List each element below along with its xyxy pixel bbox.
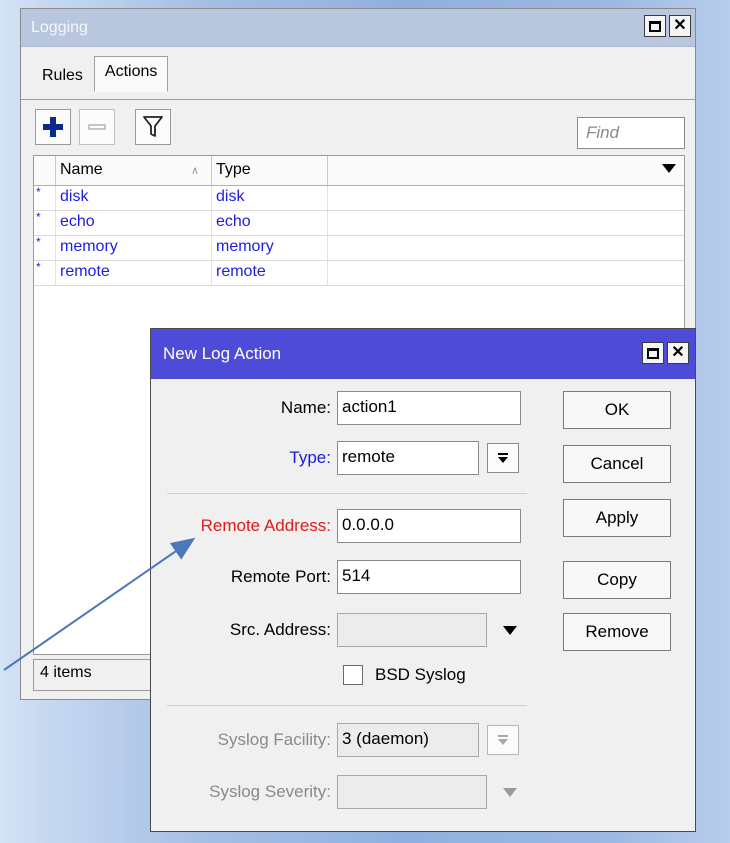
type-dropdown-button[interactable]: [487, 443, 519, 473]
column-header-type[interactable]: Type: [212, 156, 328, 185]
remote-address-label: Remote Address:: [200, 516, 331, 535]
row-marker: [34, 260, 56, 285]
marker-column-header: [34, 156, 56, 185]
find-input[interactable]: Find: [577, 117, 685, 149]
remove-button[interactable]: [79, 109, 115, 145]
tab-divider: [21, 99, 695, 100]
tab-actions[interactable]: Actions: [93, 56, 169, 92]
syslog-severity-select[interactable]: [337, 775, 487, 809]
row-name: remote: [56, 261, 212, 285]
minus-icon: [88, 124, 106, 130]
add-button[interactable]: [35, 109, 71, 145]
row-name: memory: [56, 236, 212, 260]
remote-port-field[interactable]: 514: [337, 560, 521, 594]
column-type-label: Type: [216, 161, 251, 178]
src-address-label: Src. Address:: [229, 620, 331, 639]
logging-window-controls: ✕: [644, 15, 691, 37]
toolbar: [35, 109, 171, 145]
row-type: remote: [212, 261, 328, 285]
remove-button[interactable]: Remove: [563, 613, 671, 651]
divider: [167, 493, 527, 494]
row-marker: [34, 185, 56, 210]
table-row[interactable]: memory memory: [34, 235, 684, 261]
dialog-window-controls: ✕: [642, 342, 689, 364]
tab-rules[interactable]: Rules: [31, 56, 94, 92]
plus-icon: [43, 117, 63, 137]
maximize-icon[interactable]: [642, 342, 664, 364]
sort-asc-icon: ∧: [190, 165, 199, 177]
chevron-down-icon: [498, 453, 508, 463]
syslog-facility-label: Syslog Facility:: [217, 730, 331, 749]
src-address-field[interactable]: [337, 613, 487, 647]
type-select[interactable]: remote: [337, 441, 479, 475]
remote-port-label: Remote Port:: [230, 567, 331, 586]
close-icon[interactable]: ✕: [669, 15, 691, 37]
row-name: echo: [56, 211, 212, 235]
tab-bar: Rules Actions: [31, 56, 169, 92]
syslog-facility-row: Syslog Facility: 3 (daemon): [151, 723, 519, 757]
syslog-facility-select[interactable]: 3 (daemon): [337, 723, 479, 757]
row-marker: [34, 235, 56, 260]
dialog-titlebar[interactable]: New Log Action: [151, 329, 695, 379]
table-row[interactable]: echo echo: [34, 210, 684, 236]
bsd-syslog-label: BSD Syslog: [375, 665, 466, 684]
item-count: 4 items: [40, 664, 92, 681]
bsd-syslog-row: BSD Syslog: [343, 665, 466, 685]
filter-button[interactable]: [135, 109, 171, 145]
table-row[interactable]: remote remote: [34, 260, 684, 286]
ok-button[interactable]: OK: [563, 391, 671, 429]
src-address-row: Src. Address:: [151, 613, 517, 647]
remote-port-row: Remote Port: 514: [151, 560, 521, 594]
cancel-button[interactable]: Cancel: [563, 445, 671, 483]
column-header-extra[interactable]: [328, 156, 684, 185]
column-header-name[interactable]: Name ∧: [56, 156, 212, 185]
syslog-severity-label: Syslog Severity:: [209, 782, 331, 801]
name-row: Name: action1: [151, 391, 521, 425]
row-name: disk: [56, 186, 212, 210]
syslog-facility-dropdown-button[interactable]: [487, 725, 519, 755]
remote-address-field[interactable]: 0.0.0.0: [337, 509, 521, 543]
maximize-icon[interactable]: [644, 15, 666, 37]
syslog-severity-row: Syslog Severity:: [151, 775, 517, 809]
row-marker: [34, 210, 56, 235]
table-header: Name ∧ Type: [34, 156, 684, 186]
row-type: disk: [212, 186, 328, 210]
name-field[interactable]: action1: [337, 391, 521, 425]
apply-button[interactable]: Apply: [563, 499, 671, 537]
window-title: Logging: [31, 18, 88, 36]
filter-icon: [143, 116, 163, 137]
remote-address-row: Remote Address: 0.0.0.0: [151, 509, 521, 543]
copy-button[interactable]: Copy: [563, 561, 671, 599]
chevron-down-icon[interactable]: [503, 787, 517, 797]
chevron-down-icon: [498, 735, 508, 745]
divider: [167, 705, 527, 706]
new-log-action-dialog: New Log Action ✕ Name: action1 Type: rem…: [150, 328, 696, 832]
row-type: memory: [212, 236, 328, 260]
bsd-syslog-checkbox[interactable]: [343, 665, 363, 685]
logging-titlebar[interactable]: Logging: [21, 9, 695, 47]
name-label: Name:: [280, 398, 331, 417]
type-row: Type: remote: [151, 441, 519, 475]
chevron-down-icon[interactable]: [662, 164, 676, 173]
dialog-title: New Log Action: [163, 344, 282, 363]
column-name-label: Name: [60, 161, 103, 178]
chevron-down-icon[interactable]: [503, 625, 517, 635]
row-type: echo: [212, 211, 328, 235]
close-icon[interactable]: ✕: [667, 342, 689, 364]
type-label: Type:: [289, 448, 331, 467]
table-row[interactable]: disk disk: [34, 185, 684, 211]
